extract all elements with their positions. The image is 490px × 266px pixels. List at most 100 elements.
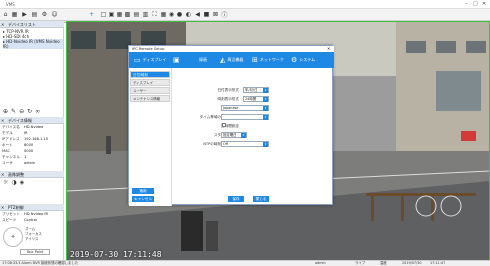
start-mode-select[interactable]: 指定曜日 ▾ <box>221 132 247 138</box>
refresh-icon[interactable]: ↻ <box>27 108 35 115</box>
tab-network[interactable]: ⊞ ネットワーク <box>252 52 284 68</box>
tour-button[interactable]: Tour Point <box>20 249 50 255</box>
info-value: 192.168.1.10 <box>24 137 49 141</box>
window-title: VMS <box>6 2 15 7</box>
ptz-controls: ズーム フォーカス アイリス <box>25 227 42 242</box>
device-list-header[interactable]: ✕ デバイスリスト <box>0 21 64 28</box>
info-value: 0000 <box>24 149 34 153</box>
tab-label: 周辺機器 <box>227 57 244 62</box>
layout9-icon[interactable]: ▦ <box>116 11 123 18</box>
tab-system[interactable]: ⚙ システム <box>291 52 315 68</box>
layout-wide-icon[interactable]: ▥ <box>142 11 149 18</box>
add-tab-icon[interactable]: + <box>88 11 95 18</box>
layout16-icon[interactable]: ▩ <box>124 11 131 18</box>
ntp-value: Off <box>223 142 229 146</box>
nav-datetime[interactable]: 日付/時刻 <box>130 71 170 78</box>
collapse-icon[interactable]: ✕ <box>1 204 4 211</box>
image-adjust-header[interactable]: ✕ 画像調整 <box>0 171 64 178</box>
nav-maintenance[interactable]: メンテナンス情報 <box>130 95 170 102</box>
ptz-value[interactable]: Control <box>24 218 37 223</box>
delete-device-icon[interactable]: ⊖ <box>19 108 27 115</box>
edit-device-icon[interactable]: ✎ <box>11 108 19 115</box>
stop-icon[interactable]: ■ <box>203 11 210 18</box>
language-value: Japanese <box>223 106 239 110</box>
chevron-down-icon: ▾ <box>263 88 268 93</box>
date-format-select[interactable]: 年/月/日 ▾ <box>243 87 269 93</box>
tab-display[interactable]: ▭ ディスプレイ <box>134 52 166 68</box>
info-row: モデル IR <box>2 131 62 136</box>
ptz-header[interactable]: ✕ PTZ制御 <box>0 204 64 211</box>
collapse-icon[interactable]: ✕ <box>1 117 4 124</box>
ntp-select[interactable]: Off ▾ <box>221 141 269 147</box>
close-all-icon[interactable]: ⊠ <box>212 11 219 18</box>
collapse-icon[interactable]: ✕ <box>1 171 4 178</box>
volume-icon[interactable]: ◀ <box>194 11 201 18</box>
tab-record[interactable]: ▣ <box>173 52 182 68</box>
maximize-icon[interactable]: □ <box>473 1 478 7</box>
home-icon[interactable]: ⌂ <box>2 11 9 18</box>
audio-icon[interactable]: ◐ <box>185 11 192 18</box>
tree-item[interactable]: ▸ HD-Nvideo IR (VMS Nvideo IR) <box>3 39 63 49</box>
chevron-down-icon: ▾ <box>263 106 268 111</box>
tree-item-label: HD-Nvideo IR (VMS Nvideo IR) <box>3 39 60 49</box>
collapse-icon[interactable]: ✕ <box>1 21 4 28</box>
nav-cancel-button[interactable]: キャンセル <box>132 196 154 202</box>
info-row: デバイス名 HD-Nvideo <box>2 125 62 130</box>
dialog-nav: 日付/時刻 ディスプレイ ユーザー メンテナンス情報 適用 キャンセル <box>129 68 172 206</box>
nav-apply-button[interactable]: 適用 <box>132 188 154 194</box>
layout-icon[interactable]: ▤ <box>31 11 38 18</box>
tab-record-label[interactable]: 録画 <box>199 52 207 68</box>
user-icon[interactable]: ☺ <box>51 11 58 18</box>
layout1-icon[interactable]: □ <box>100 11 107 18</box>
ptz-key: プリセット <box>2 212 20 216</box>
record-icon[interactable]: ● <box>176 11 183 18</box>
language-select[interactable]: Japanese ▾ <box>221 105 269 111</box>
info-key: ポート <box>2 143 13 147</box>
monitor-icon: ▭ <box>134 56 141 64</box>
dst-label: 夏時間設定 <box>221 124 239 128</box>
main-toolbar: ⌂ ▦ ▶ ▤ ⚙ ☺ ライブ + □ ▣ ▦ ▩ ▤ ▥ ⛶ ▦ ◉ ● ◐ … <box>0 9 490 29</box>
info-row: IPアドレス 192.168.1.10 <box>2 137 62 142</box>
timezone-select[interactable]: ▾ <box>221 114 269 120</box>
time-format-select[interactable]: 24時間 ▾ <box>243 96 269 102</box>
ptz-dpad[interactable]: ✛ <box>3 227 23 247</box>
info-key: ユーザ <box>2 161 13 165</box>
info-key: MAC <box>2 149 11 153</box>
layout-custom-icon[interactable]: ▤ <box>133 11 140 18</box>
close-icon[interactable]: ✕ <box>482 1 486 7</box>
close-button[interactable]: 閉じる <box>253 196 269 202</box>
tab-label: ネットワーク <box>259 57 284 62</box>
device-actions: ⊕✎⊖↻∞ <box>3 108 43 115</box>
minimize-icon[interactable]: – <box>465 1 468 7</box>
iris-label[interactable]: アイリス <box>25 237 42 242</box>
ptz-value[interactable]: HD-Nvideo IR <box>24 212 48 217</box>
save-button[interactable]: 保存 <box>228 196 244 202</box>
tab-peripheral[interactable]: ◭ 周辺機器 <box>220 52 243 68</box>
sequence-icon[interactable]: ▦ <box>160 11 167 18</box>
grid-icon[interactable]: ▦ <box>11 11 18 18</box>
nav-user[interactable]: ユーザー <box>130 87 170 94</box>
settings-icon[interactable]: ⚙ <box>41 11 48 18</box>
ptz-row: プリセット HD-Nvideo IR <box>2 212 62 217</box>
device-info-header[interactable]: ✕ デバイス情報 <box>0 117 64 124</box>
chevron-down-icon: ▾ <box>263 115 268 120</box>
layout4-icon[interactable]: ▣ <box>108 11 115 18</box>
date-format-label: 日付表示形式 <box>217 88 239 92</box>
chevron-down-icon: ▾ <box>241 133 246 138</box>
date-format-value: 年/月/日 <box>245 88 258 92</box>
saturation-icon[interactable]: ◈ <box>20 179 28 186</box>
info-icon[interactable]: ⓘ <box>221 11 228 19</box>
add-device-icon[interactable]: ⊕ <box>3 108 11 115</box>
contrast-icon[interactable]: ◑ <box>11 179 19 186</box>
dialog-close-icon[interactable]: ✕ <box>327 46 330 51</box>
title-bar: VMS – □ ✕ <box>0 0 490 9</box>
play-icon[interactable]: ▶ <box>21 11 28 18</box>
fullscreen-icon[interactable]: ⛶ <box>151 11 158 18</box>
snapshot-icon[interactable]: ◉ <box>168 11 175 18</box>
link-icon[interactable]: ∞ <box>35 108 43 115</box>
dst-checkbox[interactable] <box>222 123 226 127</box>
info-value: 1 <box>24 155 27 159</box>
tab-label: 録画 <box>199 57 207 62</box>
nav-display[interactable]: ディスプレイ <box>130 79 170 86</box>
info-row: チャンネル 1 <box>2 155 62 160</box>
